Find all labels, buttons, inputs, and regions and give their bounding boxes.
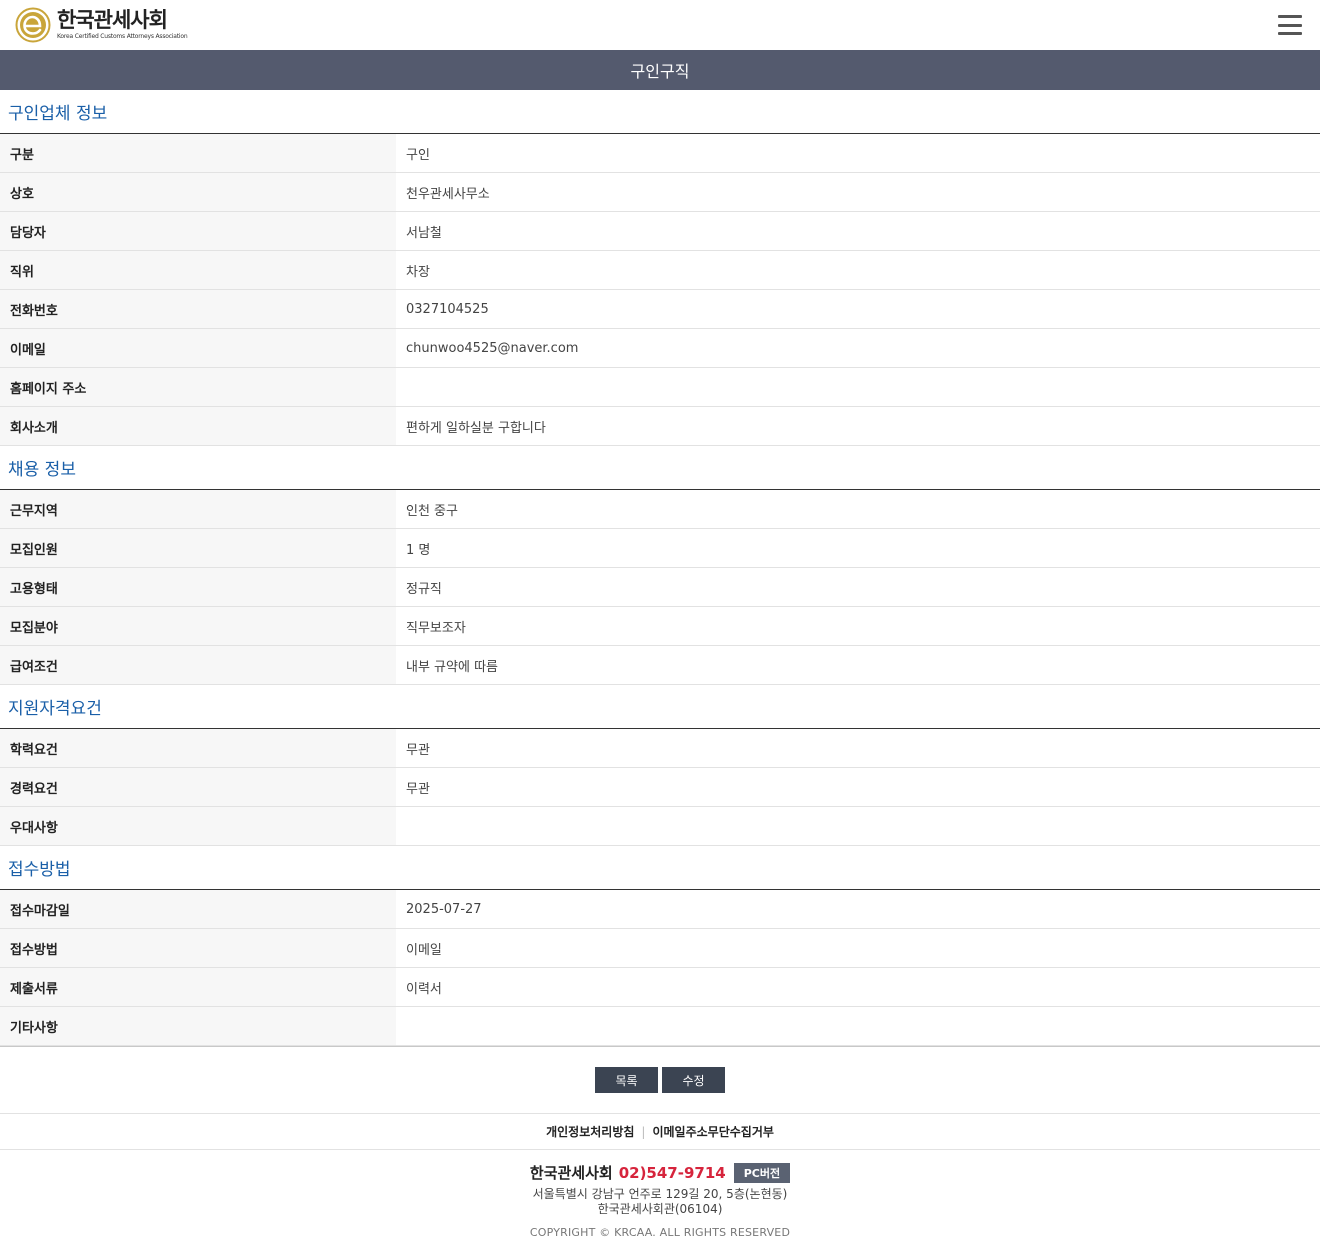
table-row: 급여조건 내부 규약에 따름: [0, 646, 1320, 685]
krcaa-logo-icon: [15, 7, 51, 43]
apply-method-table: 접수마감일 2025-07-27 접수방법 이메일 제출서류 이력서 기타사항: [0, 890, 1320, 1047]
row-value: 천우관세사무소: [406, 186, 490, 202]
company-info-table: 구분 구인 상호 천우관세사무소 담당자 서남철 직위 차장 전화번호 032710452…: [0, 134, 1320, 446]
table-row: 모집인원 1 명: [0, 529, 1320, 568]
row-label: 모집인원: [0, 529, 396, 567]
row-label: 학력요건: [0, 729, 396, 767]
section-title-company: 구인업체 정보: [0, 90, 1320, 134]
footer-address: 서울특별시 강남구 언주로 129길 20, 5층(논현동): [532, 1187, 788, 1201]
qualification-table: 학력요건 무관 경력요건 무관 우대사항: [0, 729, 1320, 846]
table-row: 구분 구인: [0, 134, 1320, 173]
site-header: 한국관세사회 Korea Certified Customs Attorneys…: [0, 0, 1320, 50]
table-row: 학력요건 무관: [0, 729, 1320, 768]
list-button[interactable]: 목록: [595, 1067, 658, 1093]
section-title-qualification: 지원자격요건: [0, 685, 1320, 729]
table-row: 근무지역 인천 중구: [0, 490, 1320, 529]
email-refuse-link[interactable]: 이메일주소무단수집거부: [652, 1123, 773, 1140]
link-divider: |: [641, 1124, 646, 1139]
row-value: 편하게 일하실분 구합니다: [406, 420, 546, 436]
table-row: 이메일 chunwoo4525@naver.com: [0, 329, 1320, 368]
row-value: 내부 규약에 따름: [406, 659, 498, 675]
row-value: [396, 368, 1320, 406]
row-value: chunwoo4525@naver.com: [406, 340, 579, 356]
row-value: 1 명: [406, 542, 431, 558]
row-value: 이력서: [406, 981, 442, 997]
row-label: 이메일: [0, 329, 396, 367]
row-value: 인천 중구: [406, 503, 458, 519]
row-label: 구분: [0, 134, 396, 172]
row-label: 담당자: [0, 212, 396, 250]
row-label: 고용형태: [0, 568, 396, 606]
footer-address-building: 한국관세사회관(06104): [597, 1202, 723, 1216]
policy-links: 개인정보처리방침 | 이메일주소무단수집거부: [0, 1114, 1320, 1150]
row-value: 무관: [406, 742, 430, 758]
table-row: 모집분야 직무보조자: [0, 607, 1320, 646]
recruit-info-table: 근무지역 인천 중구 모집인원 1 명 고용형태 정규직 모집분야 직무보조자 급여조건…: [0, 490, 1320, 685]
row-label: 직위: [0, 251, 396, 289]
row-label: 근무지역: [0, 490, 396, 528]
table-row: 기타사항: [0, 1007, 1320, 1046]
table-row: 접수방법 이메일: [0, 929, 1320, 968]
table-row: 접수마감일 2025-07-27: [0, 890, 1320, 929]
footer-copyright: COPYRIGHT © KRCAA. ALL RIGHTS RESERVED: [529, 1226, 791, 1239]
row-value: 정규직: [406, 581, 442, 597]
row-value: 서남철: [406, 225, 442, 241]
row-label: 제출서류: [0, 968, 396, 1006]
row-label: 회사소개: [0, 407, 396, 445]
row-value: 이메일: [406, 942, 442, 958]
table-row: 우대사항: [0, 807, 1320, 846]
edit-button[interactable]: 수정: [662, 1067, 725, 1093]
section-title-apply: 접수방법: [0, 846, 1320, 890]
row-value: 2025-07-27: [406, 901, 482, 917]
row-value: 무관: [406, 781, 430, 797]
row-label: 홈페이지 주소: [0, 368, 396, 406]
section-title-recruit: 채용 정보: [0, 446, 1320, 490]
row-label: 접수마감일: [0, 890, 396, 928]
row-label: 기타사항: [0, 1007, 396, 1045]
page-title: 구인구직: [0, 50, 1320, 90]
row-label: 접수방법: [0, 929, 396, 967]
table-row: 홈페이지 주소: [0, 368, 1320, 407]
hamburger-menu-icon[interactable]: [1278, 15, 1302, 35]
table-row: 담당자 서남철: [0, 212, 1320, 251]
row-label: 상호: [0, 173, 396, 211]
table-row: 고용형태 정규직: [0, 568, 1320, 607]
row-value: [396, 807, 1320, 845]
row-value: [396, 1007, 1320, 1045]
row-label: 모집분야: [0, 607, 396, 645]
footer-phone: 02)547-9714: [618, 1163, 726, 1182]
table-row: 직위 차장: [0, 251, 1320, 290]
table-row: 회사소개 편하게 일하실분 구합니다: [0, 407, 1320, 446]
row-value: 차장: [406, 264, 430, 280]
footer-org-name: 한국관세사회: [529, 1164, 613, 1182]
table-row: 제출서류 이력서: [0, 968, 1320, 1007]
table-row: 경력요건 무관: [0, 768, 1320, 807]
logo-korean-text: 한국관세사회: [57, 8, 168, 32]
table-row: 전화번호 0327104525: [0, 290, 1320, 329]
site-footer: 한국관세사회 02)547-9714 PC버전 서울특별시 강남구 언주로 12…: [0, 1150, 1320, 1239]
site-logo[interactable]: 한국관세사회 Korea Certified Customs Attorneys…: [15, 7, 188, 43]
logo-english-text: Korea Certified Customs Attorneys Associ…: [57, 33, 188, 40]
row-value: 0327104525: [406, 301, 489, 317]
privacy-policy-link[interactable]: 개인정보처리방침: [546, 1123, 634, 1140]
action-buttons: 목록 수정: [0, 1047, 1320, 1114]
row-value: 직무보조자: [406, 620, 466, 636]
table-row: 상호 천우관세사무소: [0, 173, 1320, 212]
row-value: 구인: [406, 147, 430, 163]
row-label: 전화번호: [0, 290, 396, 328]
row-label: 급여조건: [0, 646, 396, 684]
row-label: 우대사항: [0, 807, 396, 845]
row-label: 경력요건: [0, 768, 396, 806]
pc-version-button[interactable]: PC버전: [733, 1162, 791, 1183]
